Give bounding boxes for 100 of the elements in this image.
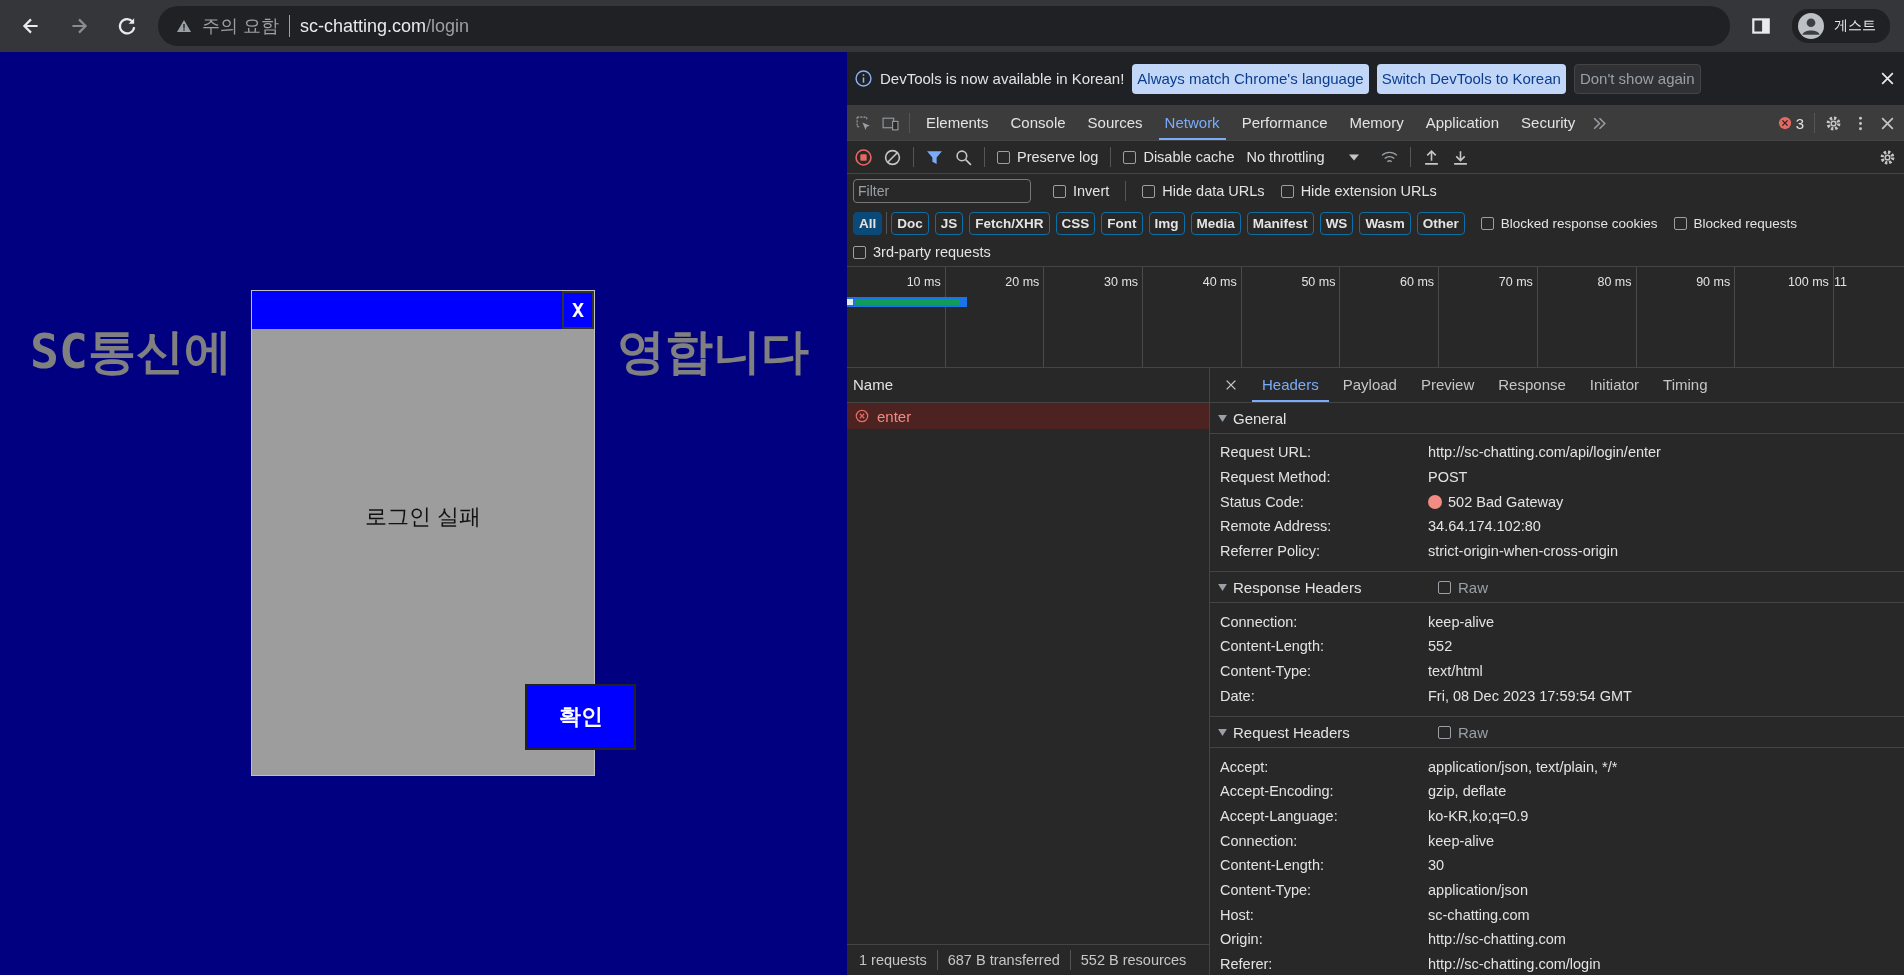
timeline-tick-label: 50 ms: [1301, 275, 1336, 289]
detail-tab[interactable]: Initiator: [1579, 368, 1650, 402]
confirm-button[interactable]: 확인: [525, 684, 636, 750]
close-icon[interactable]: [1224, 378, 1238, 392]
close-icon[interactable]: [1879, 70, 1896, 87]
devtools-tab[interactable]: Performance: [1235, 106, 1334, 140]
type-option-checkbox[interactable]: Blocked response cookies: [1480, 215, 1658, 231]
infobar-message: DevTools is now available in Korean!: [880, 70, 1125, 87]
devtools-tab[interactable]: Memory: [1343, 106, 1410, 140]
clear-icon[interactable]: [884, 148, 901, 166]
infobar-button[interactable]: Always match Chrome's language: [1132, 63, 1369, 94]
header-value: http://sc-chatting.com/api/login/enter: [1428, 444, 1661, 461]
header-value: 502 Bad Gateway: [1448, 493, 1564, 510]
type-filter-chip[interactable]: JS: [934, 211, 964, 235]
devtools-tab[interactable]: Security: [1515, 106, 1582, 140]
timeline-tick-label: 30 ms: [1104, 275, 1139, 289]
header-value: Fri, 08 Dec 2023 17:59:54 GMT: [1428, 687, 1632, 704]
raw-checkbox[interactable]: Raw: [1438, 578, 1488, 596]
timeline-tick-label: 100 ms: [1787, 275, 1829, 289]
filter-field[interactable]: Filter: [853, 179, 1031, 203]
header-value: POST: [1428, 469, 1468, 486]
search-icon[interactable]: [955, 148, 972, 166]
welcome-text: SC통신에: [30, 322, 232, 381]
header-name: Content-Length:: [1219, 638, 1325, 655]
devtools-tab[interactable]: Sources: [1081, 106, 1149, 140]
header-name: Host:: [1219, 906, 1255, 923]
type-filter-chip[interactable]: CSS: [1055, 211, 1096, 235]
profile-button[interactable]: 게스트: [1792, 9, 1890, 43]
header-value: strict-origin-when-cross-origin: [1428, 543, 1619, 560]
type-option-checkbox[interactable]: Blocked requests: [1673, 215, 1798, 231]
filter-icon[interactable]: [926, 148, 943, 166]
third-party-checkbox[interactable]: 3rd-party requests: [853, 244, 991, 260]
header-value: application/json: [1428, 881, 1528, 898]
detail-tab[interactable]: Headers: [1252, 368, 1329, 402]
section-header[interactable]: Request Headers: [1210, 723, 1438, 741]
inspect-icon[interactable]: [855, 114, 872, 132]
timeline-tick-label: 10 ms: [906, 275, 941, 289]
type-filter-chip[interactable]: Doc: [891, 211, 929, 235]
header-name: Accept-Language:: [1219, 807, 1339, 824]
header-value: application/json, text/plain, */*: [1428, 758, 1618, 775]
settings-icon[interactable]: [1879, 148, 1896, 166]
disable-cache-checkbox[interactable]: Disable cache: [1123, 149, 1235, 165]
infobar-button[interactable]: Don't show again: [1573, 63, 1701, 94]
filter-option-checkbox[interactable]: Hide extension URLs: [1280, 183, 1437, 199]
header-name: Connection:: [1219, 832, 1299, 849]
header-value: gzip, deflate: [1428, 783, 1507, 800]
info-icon: [855, 70, 872, 87]
detail-tab[interactable]: Payload: [1332, 368, 1407, 402]
avatar-icon: [1798, 13, 1824, 39]
reload-icon[interactable]: [116, 15, 138, 37]
devtools-tab[interactable]: Console: [1004, 106, 1072, 140]
type-filter-chip[interactable]: Img: [1148, 211, 1185, 235]
section-header[interactable]: General: [1210, 409, 1438, 427]
error-icon: [855, 409, 869, 423]
header-name: Referrer Policy:: [1219, 543, 1321, 560]
security-label: 주의 요함: [202, 15, 279, 38]
record-stop-icon[interactable]: [855, 148, 872, 166]
header-name: Content-Type:: [1219, 881, 1313, 898]
preserve-log-checkbox[interactable]: Preserve log: [997, 149, 1099, 165]
devtools-tab[interactable]: Application: [1419, 106, 1506, 140]
filter-option-checkbox[interactable]: Hide data URLs: [1142, 183, 1265, 199]
detail-tab[interactable]: Response: [1488, 368, 1576, 402]
type-filter-chip[interactable]: Fetch/XHR: [969, 211, 1050, 235]
detail-tab[interactable]: Timing: [1653, 368, 1718, 402]
header-name: Content-Length:: [1219, 857, 1325, 874]
detail-tab[interactable]: Preview: [1410, 368, 1485, 402]
devtools-tab[interactable]: Network: [1158, 106, 1226, 140]
status-text: 552 B resources: [1080, 952, 1187, 968]
timeline-tick-label: 80 ms: [1597, 275, 1632, 289]
filter-option-checkbox[interactable]: Invert: [1053, 183, 1110, 199]
type-filter-chip[interactable]: Media: [1190, 211, 1241, 235]
request-row[interactable]: enter: [847, 403, 1209, 429]
side-panel-icon[interactable]: [1750, 15, 1772, 37]
header-name: Connection:: [1219, 613, 1299, 630]
error-count[interactable]: 3: [1795, 114, 1804, 132]
close-button[interactable]: X: [562, 291, 594, 329]
settings-icon[interactable]: [1825, 114, 1842, 132]
status-text: 1 requests: [859, 952, 927, 968]
header-name: Date:: [1219, 687, 1256, 704]
type-filter-chip[interactable]: Other: [1416, 211, 1465, 235]
download-icon[interactable]: [1451, 148, 1469, 166]
raw-checkbox[interactable]: Raw: [1438, 723, 1488, 741]
section-header[interactable]: Response Headers: [1210, 578, 1438, 596]
timeline-tick-label: 20 ms: [1005, 275, 1040, 289]
throttling-dropdown[interactable]: No throttling: [1246, 149, 1369, 165]
devtools-tab[interactable]: Elements: [920, 106, 995, 140]
type-filter-chip[interactable]: Manifest: [1246, 211, 1314, 235]
timeline-tick-label: 70 ms: [1498, 275, 1533, 289]
infobar-button[interactable]: Switch DevTools to Korean: [1376, 63, 1566, 94]
type-filter-chip[interactable]: All: [853, 211, 883, 235]
error-icon: [1777, 116, 1792, 130]
type-filter-chip[interactable]: Wasm: [1359, 211, 1411, 235]
type-filter-chip[interactable]: WS: [1319, 211, 1354, 235]
timeline-tick-label: 90 ms: [1696, 275, 1731, 289]
type-filter-chip[interactable]: Font: [1101, 211, 1143, 235]
header-value: ko-KR,ko;q=0.9: [1428, 807, 1529, 824]
dropdown-caret-icon: [1348, 153, 1359, 161]
header-name: Origin:: [1219, 931, 1264, 948]
upload-icon[interactable]: [1422, 148, 1440, 166]
address-bar[interactable]: 주의 요함 sc-chatting.com/login: [158, 6, 1730, 46]
